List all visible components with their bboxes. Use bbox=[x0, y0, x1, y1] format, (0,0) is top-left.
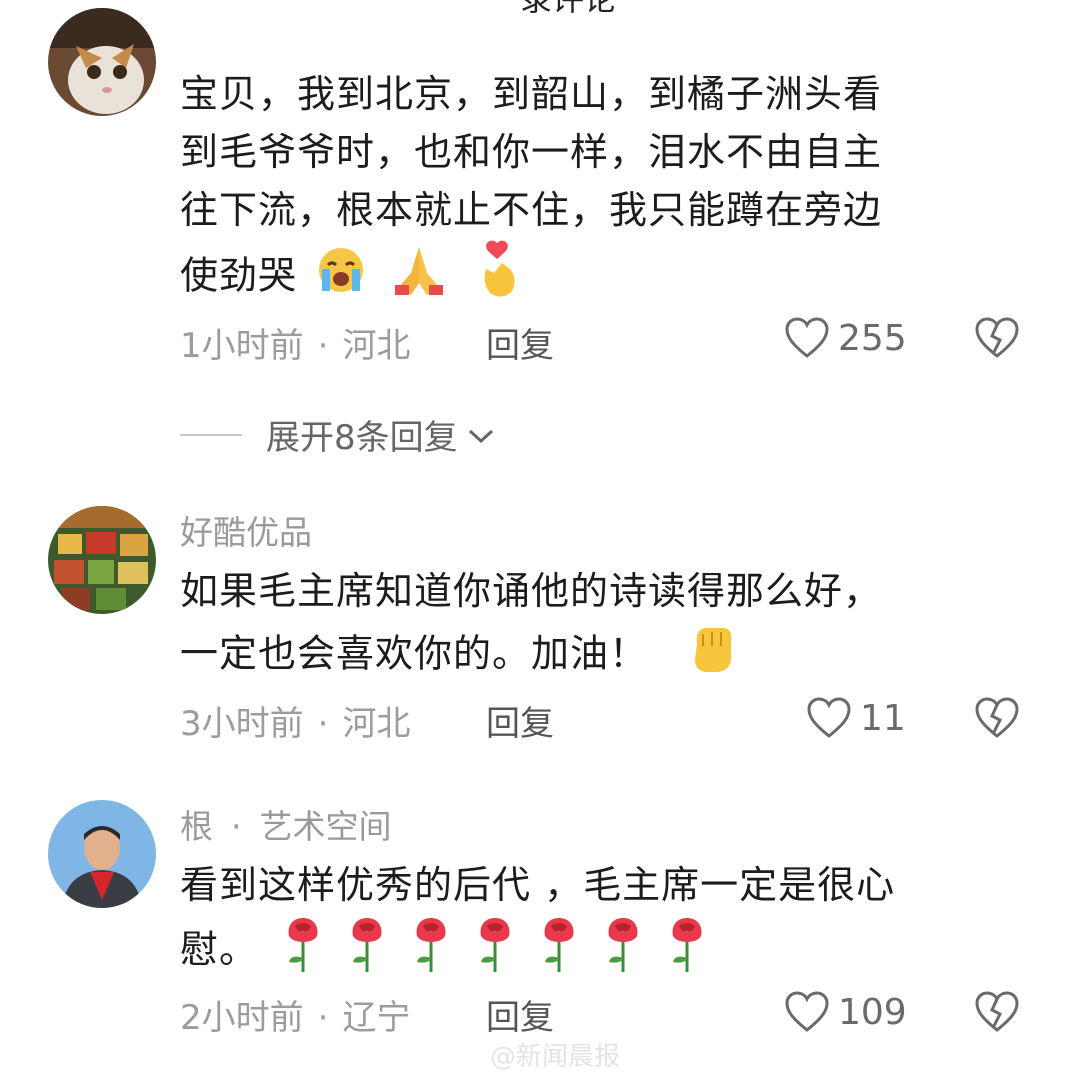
comment-location: 河北 bbox=[342, 704, 411, 744]
username[interactable]: 根 · 艺术空间 bbox=[180, 800, 392, 848]
comment-location: 河北 bbox=[342, 326, 411, 366]
avatar[interactable] bbox=[48, 800, 156, 908]
comment-text: 看到这样优秀的后代 ，毛主席一定是很心 慰。 bbox=[180, 856, 1020, 990]
broken-heart-icon bbox=[975, 697, 1019, 738]
comment-location: 辽宁 bbox=[342, 998, 411, 1038]
dislike-button[interactable] bbox=[974, 696, 1020, 744]
rose-emoji bbox=[601, 914, 645, 990]
heart-icon bbox=[785, 317, 829, 358]
reply-button[interactable]: 回复 bbox=[486, 318, 554, 367]
like-count: 255 bbox=[838, 317, 907, 359]
broken-heart-icon bbox=[975, 317, 1019, 358]
dislike-button[interactable] bbox=[974, 990, 1020, 1038]
raised-fist-emoji bbox=[683, 620, 739, 692]
rose-emoji bbox=[281, 914, 325, 990]
dislike-button[interactable] bbox=[974, 316, 1020, 364]
username[interactable]: 好酷优品 bbox=[180, 506, 312, 554]
comment-time: 3小时前 bbox=[180, 704, 304, 744]
rose-emoji bbox=[473, 914, 517, 990]
rose-emoji bbox=[537, 914, 581, 990]
chevron-down-icon bbox=[468, 429, 493, 443]
expand-replies-button[interactable]: 展开8条回复 bbox=[180, 410, 498, 459]
reply-button[interactable]: 回复 bbox=[486, 990, 554, 1039]
comment-meta: 2小时前 · 辽宁 bbox=[180, 998, 411, 1038]
finger-heart-emoji bbox=[472, 239, 522, 317]
rose-emoji bbox=[665, 914, 709, 990]
avatar[interactable] bbox=[48, 8, 156, 116]
heart-icon bbox=[785, 991, 829, 1032]
username-tag: 艺术空间 bbox=[259, 807, 392, 846]
comment-time: 2小时前 bbox=[180, 998, 304, 1038]
broken-heart-icon bbox=[975, 991, 1019, 1032]
like-count: 11 bbox=[860, 697, 906, 739]
comment-text: 宝贝，我到北京，到韶山，到橘子洲头看 到毛爷爷时，也和你一样，泪水不由自主 往下… bbox=[180, 65, 1020, 317]
watermark: @新闻晨报 bbox=[490, 1042, 621, 1072]
like-count: 109 bbox=[838, 991, 907, 1033]
divider bbox=[180, 433, 242, 436]
reply-button[interactable]: 回复 bbox=[486, 696, 554, 745]
avatar[interactable] bbox=[48, 506, 156, 614]
like-button[interactable]: 109 bbox=[784, 990, 907, 1034]
folded-hands-emoji bbox=[391, 243, 447, 313]
heart-icon bbox=[807, 697, 851, 738]
comment-meta: 1小时前 · 河北 bbox=[180, 326, 411, 366]
rose-emoji bbox=[409, 914, 453, 990]
like-button[interactable]: 11 bbox=[806, 696, 906, 740]
rose-emoji-row bbox=[271, 918, 719, 972]
like-button[interactable]: 255 bbox=[784, 316, 907, 360]
rose-emoji bbox=[345, 914, 389, 990]
comment-meta: 3小时前 · 河北 bbox=[180, 704, 411, 744]
comment-text: 如果毛主席知道你诵他的诗读得那么好， 一定也会喜欢你的。加油！ bbox=[180, 562, 1020, 692]
crying-face-emoji bbox=[316, 245, 366, 311]
comment-time: 1小时前 bbox=[180, 326, 304, 366]
partial-header-text: 录评论 bbox=[520, 0, 616, 20]
